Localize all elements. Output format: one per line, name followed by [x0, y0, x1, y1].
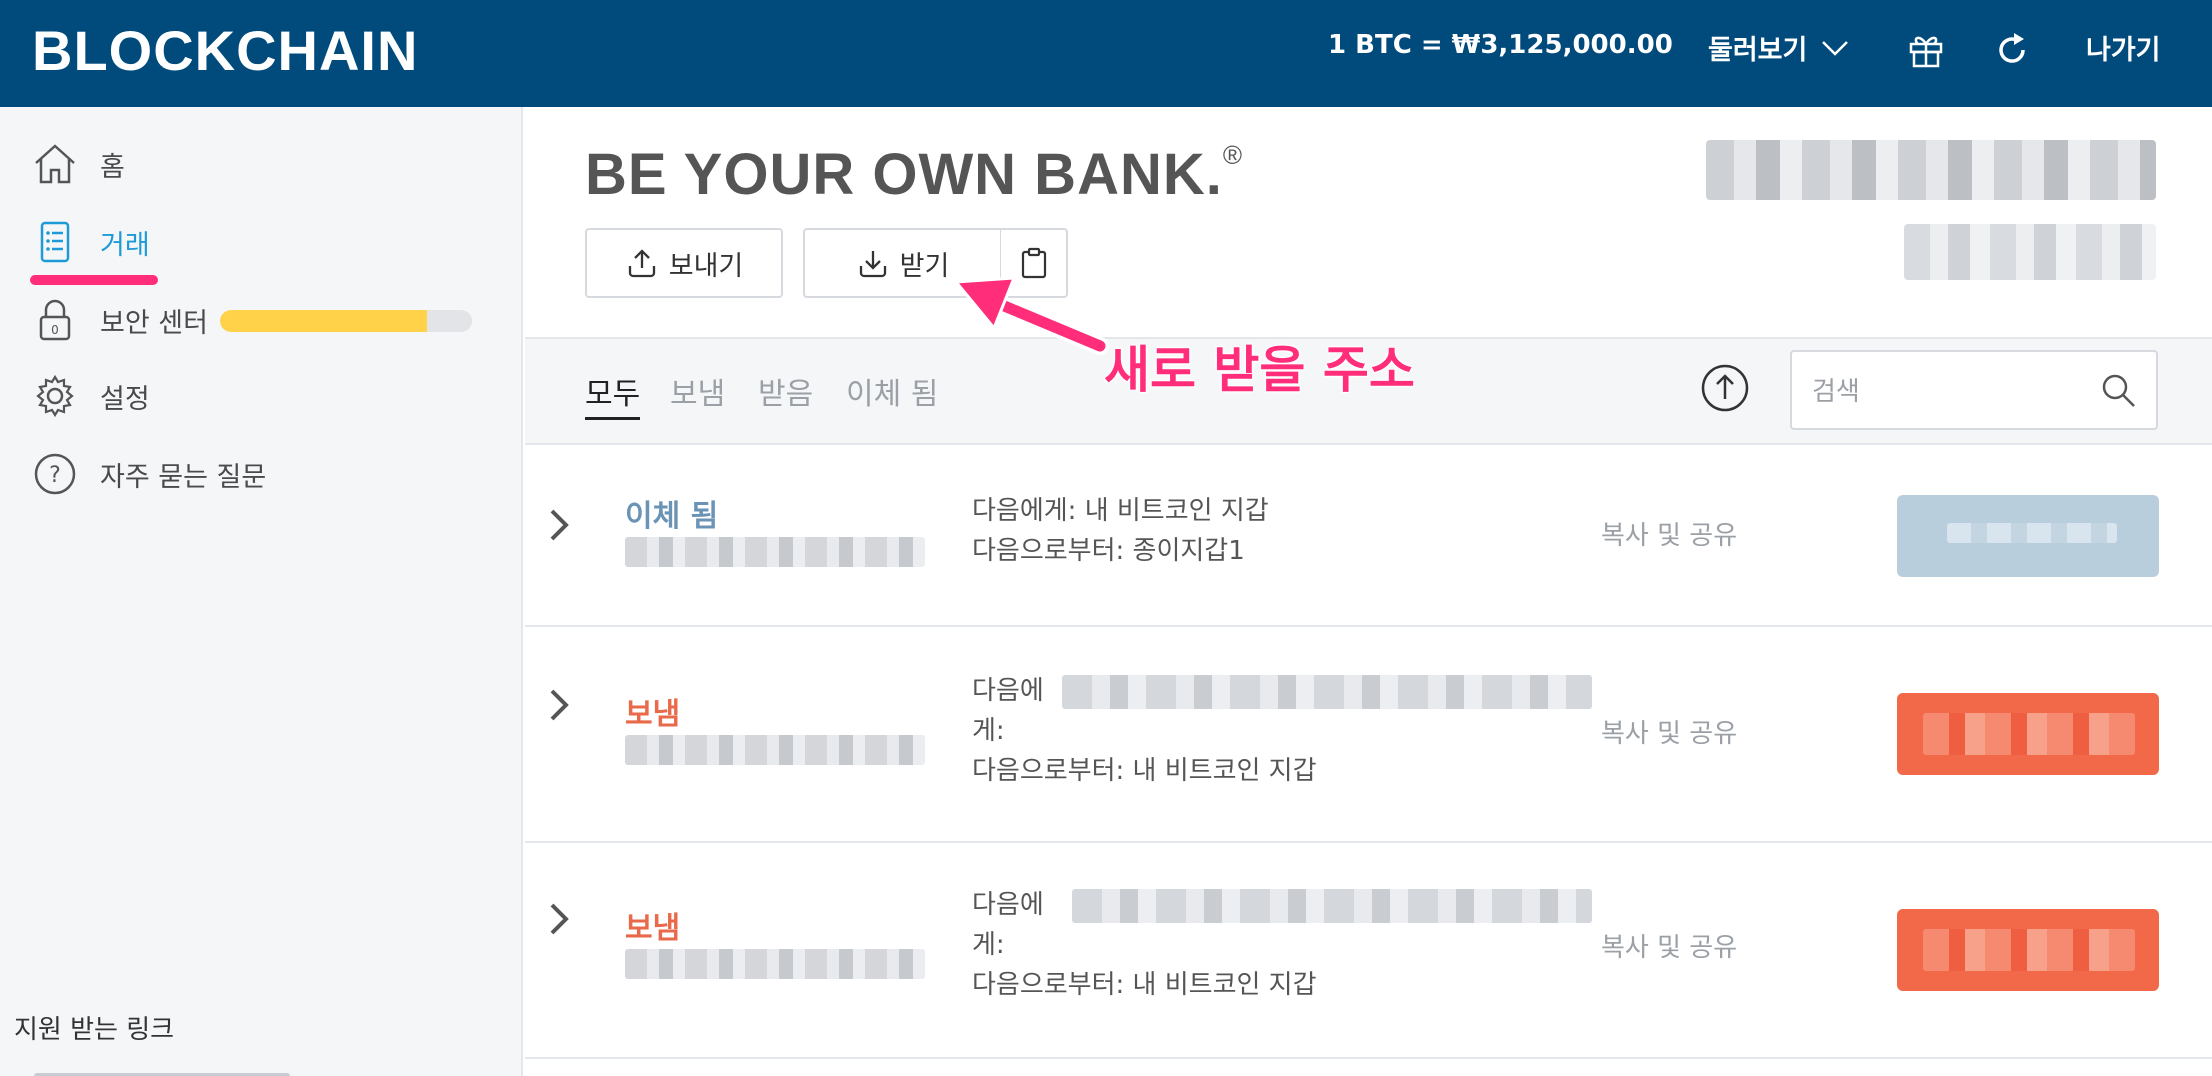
balance-underline — [1666, 104, 2202, 107]
transaction-type: 보냄 — [625, 911, 681, 946]
list-icon — [32, 219, 78, 265]
sidebar-item-settings[interactable]: 설정 — [32, 373, 150, 419]
filter-all[interactable]: 모두 — [585, 369, 641, 420]
balance-blurred — [1706, 140, 2156, 200]
transaction-to-wrap: 게: — [972, 930, 1005, 960]
transaction-row[interactable]: 보냄 다음에 게: 다음으로부터: 내 비트코인 지갑 복사 및 공유 — [525, 843, 2212, 1059]
copy-share-link[interactable]: 복사 및 공유 — [1601, 515, 1737, 552]
active-underline — [30, 275, 158, 285]
filter-sent[interactable]: 보냄 — [670, 369, 725, 413]
top-bar: BLOCKCHAIN 1 BTC = ₩3,125,000.00 둘러보기 나가… — [0, 0, 2212, 107]
address-blurred — [1062, 674, 1593, 709]
transaction-to-label: 다음에 — [972, 890, 1044, 920]
chevron-down-icon — [1822, 40, 1849, 56]
transaction-parties: 다음에게: 내 비트코인 지갑 다음으로부터: 종이지갑1 — [972, 491, 1269, 571]
search-box — [1790, 350, 2158, 430]
gear-icon — [32, 373, 78, 419]
logout-button[interactable]: 나가기 — [2086, 28, 2161, 67]
question-icon: ? — [32, 451, 78, 497]
filter-received[interactable]: 받음 — [758, 369, 813, 413]
search-input[interactable] — [1812, 372, 2092, 412]
transaction-type: 보냄 — [625, 697, 681, 732]
transaction-date-blurred — [625, 735, 925, 765]
chevron-right-icon[interactable] — [545, 899, 573, 939]
sidebar-item-transactions[interactable]: 거래 — [32, 219, 150, 265]
transaction-from: 다음으로부터: 내 비트코인 지갑 — [972, 756, 1317, 786]
chevron-right-icon[interactable] — [545, 685, 573, 725]
filter-transferred[interactable]: 이체 됨 — [846, 369, 938, 413]
logo[interactable]: BLOCKCHAIN — [32, 18, 418, 83]
sidebar-item-faq[interactable]: ? 자주 묻는 질문 — [32, 451, 266, 497]
transaction-parties: 다음에 게: 다음으로부터: 내 비트코인 지갑 — [972, 671, 1593, 791]
sidebar-item-label: 거래 — [100, 229, 150, 261]
sidebar-item-security[interactable]: 0 보안 센터 — [32, 297, 208, 343]
sidebar-item-label: 자주 묻는 질문 — [100, 461, 267, 493]
home-icon — [32, 141, 78, 187]
transaction-to: 다음에게: 내 비트코인 지갑 — [972, 496, 1269, 526]
address-blurred — [1072, 888, 1593, 923]
balance-secondary-blurred — [1904, 224, 2156, 280]
svg-text:?: ? — [49, 463, 61, 488]
annotation-arrow-icon — [952, 276, 1109, 355]
transaction-amount-blurred[interactable] — [1897, 693, 2159, 775]
sidebar-item-label: 홈 — [100, 151, 125, 183]
transaction-to: 다음에 — [972, 885, 1593, 925]
sidebar-item-home[interactable]: 홈 — [32, 141, 125, 187]
support-link[interactable]: 지원 받는 링크 — [14, 1009, 174, 1046]
send-label: 보내기 — [668, 250, 744, 282]
explore-label: 둘러보기 — [1708, 35, 1808, 66]
btc-rate: 1 BTC = ₩3,125,000.00 — [1328, 30, 1673, 60]
explore-menu[interactable]: 둘러보기 — [1708, 28, 1849, 67]
send-button[interactable]: 보내기 — [585, 228, 783, 298]
copy-share-link[interactable]: 복사 및 공유 — [1601, 927, 1737, 964]
svg-text:0: 0 — [51, 323, 59, 337]
annotation-text: 새로 받을 주소 — [1103, 340, 1416, 400]
search-icon[interactable] — [2100, 372, 2138, 410]
transaction-amount-blurred[interactable] — [1897, 495, 2159, 577]
chevron-right-icon[interactable] — [545, 505, 573, 545]
transaction-parties: 다음에 게: 다음으로부터: 내 비트코인 지갑 — [972, 885, 1593, 1005]
upload-icon — [628, 249, 655, 278]
transaction-to: 다음에 — [972, 671, 1593, 711]
security-progress-fill — [220, 310, 427, 332]
registered-mark: ® — [1222, 140, 1244, 170]
receive-label: 받기 — [899, 250, 950, 282]
lock-icon: 0 — [32, 297, 78, 343]
tagline-text: BE YOUR OWN BANK. — [585, 142, 1223, 207]
transaction-from: 다음으로부터: 내 비트코인 지갑 — [972, 970, 1317, 1000]
sidebar-item-label: 설정 — [100, 383, 150, 415]
transaction-row[interactable]: 이체 됨 다음에게: 내 비트코인 지갑 다음으로부터: 종이지갑1 복사 및 … — [525, 445, 2212, 627]
sidebar: 홈 거래 0 보안 센터 설정 ? 자주 묻는 질문 지원 받는 링크 — [0, 107, 523, 1076]
transaction-type: 이체 됨 — [625, 499, 719, 534]
tagline: BE YOUR OWN BANK.® — [585, 140, 1243, 208]
copy-share-link[interactable]: 복사 및 공유 — [1601, 713, 1737, 750]
transaction-amount-blurred[interactable] — [1897, 909, 2159, 991]
transaction-to-wrap: 게: — [972, 716, 1005, 746]
security-progress — [220, 310, 472, 332]
refresh-icon[interactable] — [1992, 30, 2032, 70]
download-icon — [859, 251, 886, 278]
gift-icon[interactable] — [1906, 30, 1946, 70]
transaction-to-label: 다음에 — [972, 676, 1044, 706]
export-icon[interactable] — [1700, 363, 1750, 413]
transaction-date-blurred — [625, 537, 925, 567]
transaction-row[interactable]: 보냄 다음에 게: 다음으로부터: 내 비트코인 지갑 복사 및 공유 — [525, 627, 2212, 843]
transaction-from: 다음으로부터: 종이지갑1 — [972, 536, 1245, 566]
sidebar-item-label: 보안 센터 — [100, 307, 208, 339]
transaction-date-blurred — [625, 949, 925, 979]
